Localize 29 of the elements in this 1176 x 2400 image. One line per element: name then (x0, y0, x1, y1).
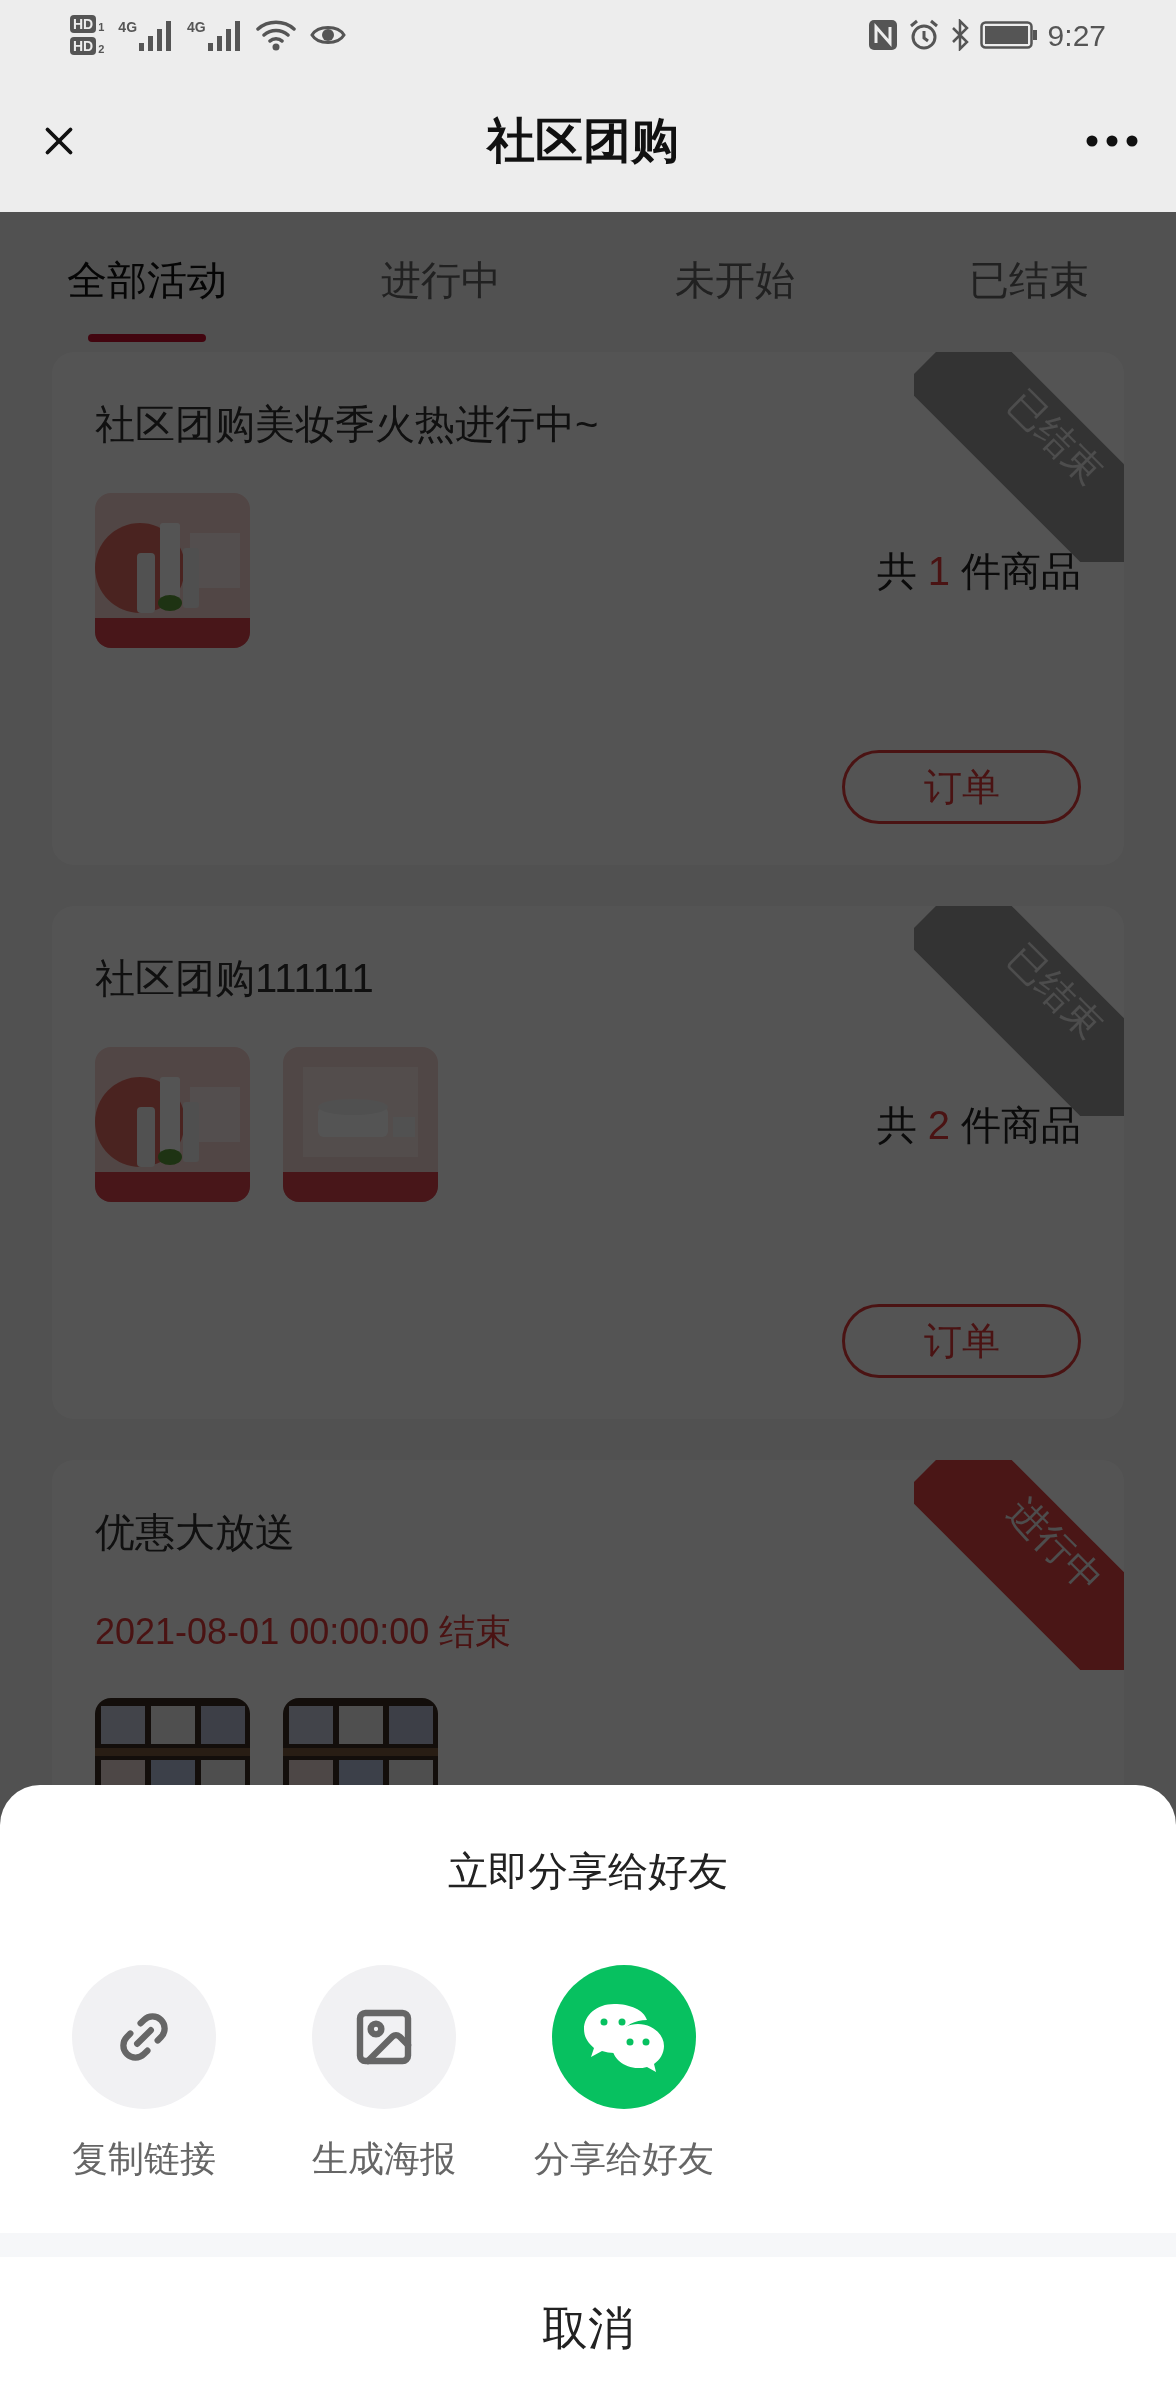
bluetooth-icon (949, 19, 970, 51)
network-type: 4G (187, 19, 206, 35)
activity-title: 优惠大放送 (95, 1509, 295, 1556)
sim-index: 2 (98, 43, 105, 55)
signal-icon (207, 19, 242, 51)
wifi-icon (255, 19, 296, 51)
alarm-icon (907, 19, 940, 51)
filter-tab[interactable]: 全部活动 (0, 212, 294, 348)
network-type: 4G (118, 19, 138, 35)
battery-icon (979, 21, 1038, 49)
nfc-icon (867, 19, 898, 51)
chat-bubbles-icon (582, 2002, 666, 2072)
page-title: 社区团购 (487, 113, 679, 169)
hd-badge: HD (70, 15, 97, 33)
share-option-label: 生成海报 (312, 2137, 456, 2181)
sim-index: 1 (98, 21, 105, 33)
sheet-title: 立即分享给好友 (447, 1848, 729, 1895)
activity-title: 社区团购美妆季火热进行中~ (95, 401, 599, 448)
end-time: 2021-08-01 00:00:00 结束 (95, 1610, 513, 1654)
clock-time: 9:27 (1047, 17, 1106, 54)
signal-icon (139, 19, 174, 51)
share-option-label: 分享给好友 (534, 2137, 714, 2181)
activity-title: 社区团购111111 (95, 955, 374, 1002)
cancel-button[interactable]: 取消 (0, 2257, 1176, 2400)
hd-badge: HD (70, 37, 97, 55)
order-button[interactable]: 订单 (842, 1304, 1081, 1378)
order-button[interactable]: 订单 (842, 750, 1081, 824)
more-icon (1086, 135, 1138, 147)
share-option-label: 复制链接 (72, 2137, 216, 2181)
